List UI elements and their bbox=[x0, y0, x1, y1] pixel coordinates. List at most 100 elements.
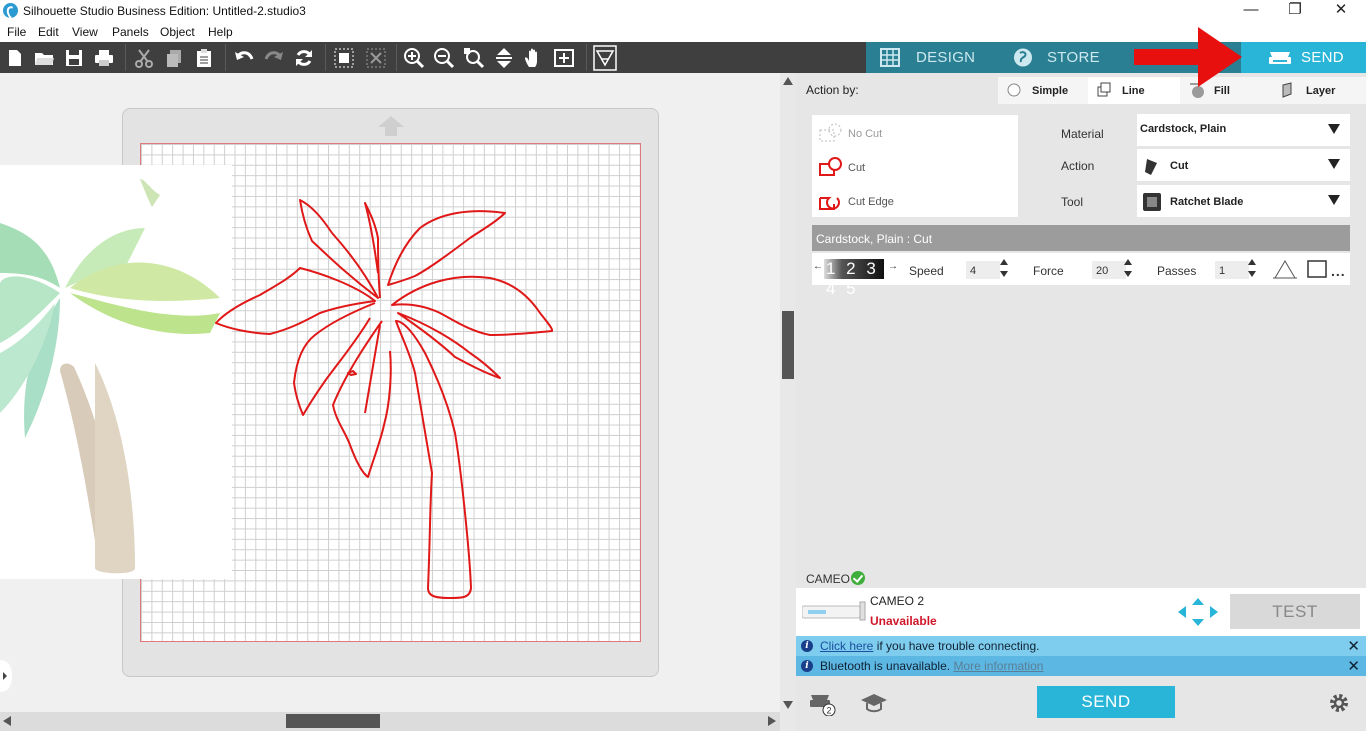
tool-value: Ratchet Blade bbox=[1170, 196, 1244, 208]
line-icon bbox=[1097, 82, 1111, 97]
blade-depth-strip[interactable]: 1 2 3 4 5 bbox=[824, 259, 884, 298]
palm-tree-image[interactable] bbox=[0, 165, 232, 579]
force-input[interactable]: 20 bbox=[1092, 261, 1126, 279]
zoom-selected-icon[interactable] bbox=[463, 47, 485, 69]
cut-options-box: No Cut Cut Cut Edge bbox=[812, 115, 1018, 217]
option-no-cut[interactable]: No Cut bbox=[818, 122, 1008, 144]
material-label: Material bbox=[1061, 127, 1104, 141]
horizontal-scroll-thumb[interactable] bbox=[286, 714, 380, 728]
queue-count-badge: 2 bbox=[826, 706, 831, 716]
tab-store[interactable]: STORE bbox=[999, 42, 1121, 73]
save-icon[interactable] bbox=[63, 47, 85, 69]
option-cut-edge[interactable]: Cut Edge bbox=[818, 190, 1008, 212]
menu-help[interactable]: Help bbox=[208, 25, 233, 39]
option-cut[interactable]: Cut bbox=[818, 156, 1008, 178]
tab-layer[interactable]: Layer bbox=[1272, 77, 1366, 104]
force-stepper[interactable] bbox=[1124, 258, 1132, 278]
test-button[interactable]: TEST bbox=[1230, 594, 1360, 629]
device-status: Unavailable bbox=[870, 614, 937, 628]
minimize-button[interactable]: — bbox=[1228, 0, 1274, 22]
more-information-link[interactable]: More information bbox=[953, 659, 1043, 673]
open-folder-icon[interactable] bbox=[33, 47, 55, 69]
bluetooth-bar: i Bluetooth is unavailable. More informa… bbox=[796, 656, 1366, 676]
palm-tree-cut-outline[interactable] bbox=[215, 199, 554, 599]
tutorial-grad-cap-icon[interactable] bbox=[859, 690, 889, 716]
click-here-link[interactable]: Click here bbox=[820, 639, 873, 653]
move-arrows-icon[interactable] bbox=[1178, 598, 1218, 626]
passes-stepper[interactable] bbox=[1248, 258, 1256, 278]
line-segment-icon[interactable] bbox=[1306, 259, 1328, 279]
material-value: Cardstock, Plain bbox=[1140, 123, 1227, 135]
send-queue-icon[interactable]: 2 bbox=[808, 690, 838, 716]
panel-expand-handle-icon[interactable] bbox=[0, 660, 12, 692]
horizontal-scrollbar[interactable] bbox=[0, 712, 780, 731]
scroll-up-arrow-icon[interactable] bbox=[783, 77, 793, 85]
vertical-scrollbar[interactable] bbox=[780, 73, 796, 731]
maximize-button[interactable]: ❐ bbox=[1272, 0, 1318, 22]
speed-stepper[interactable] bbox=[1000, 258, 1008, 278]
trace-icon[interactable] bbox=[593, 45, 617, 71]
ratchet-blade-icon bbox=[1143, 193, 1161, 211]
scroll-down-arrow-icon[interactable] bbox=[783, 701, 793, 709]
cut-edge-icon bbox=[819, 197, 840, 210]
design-canvas[interactable] bbox=[0, 73, 780, 712]
group-icon[interactable] bbox=[333, 47, 355, 69]
cutter-machine-icon bbox=[1269, 52, 1291, 64]
connected-check-icon bbox=[851, 571, 865, 585]
zoom-in-icon[interactable] bbox=[403, 47, 425, 69]
fit-to-page-icon[interactable] bbox=[493, 47, 515, 69]
menu-object[interactable]: Object bbox=[160, 25, 195, 39]
speed-label: Speed bbox=[909, 264, 944, 278]
tab-design[interactable]: DESIGN bbox=[866, 42, 999, 73]
tab-send[interactable]: SEND bbox=[1241, 42, 1366, 73]
dismiss-bluetooth-button[interactable]: ✕ bbox=[1347, 657, 1360, 675]
speed-input[interactable]: 4 bbox=[966, 261, 1000, 279]
tab-simple[interactable]: Simple bbox=[998, 77, 1088, 104]
silhouette-logo-icon bbox=[3, 3, 18, 18]
grid-icon bbox=[880, 48, 900, 67]
vertical-scroll-thumb[interactable] bbox=[782, 311, 794, 379]
blade-cut-icon bbox=[1145, 159, 1157, 175]
tab-send-label: SEND bbox=[1301, 49, 1344, 66]
cut-scissors-icon[interactable] bbox=[133, 47, 155, 69]
copy-icon[interactable] bbox=[163, 47, 185, 69]
gear-icon[interactable] bbox=[1328, 692, 1350, 714]
paste-icon[interactable] bbox=[193, 47, 215, 69]
option-cut-label: Cut bbox=[848, 162, 866, 174]
print-icon[interactable] bbox=[93, 47, 115, 69]
send-footer: 2 SEND bbox=[796, 676, 1366, 731]
scroll-left-arrow-icon[interactable] bbox=[3, 716, 11, 726]
pan-hand-icon[interactable] bbox=[523, 47, 545, 69]
menu-panels[interactable]: Panels bbox=[112, 25, 149, 39]
zoom-out-icon[interactable] bbox=[433, 47, 455, 69]
menu-edit[interactable]: Edit bbox=[38, 25, 59, 39]
more-options-button[interactable]: ... bbox=[1331, 263, 1346, 279]
ungroup-icon[interactable] bbox=[365, 47, 387, 69]
send-button[interactable]: SEND bbox=[1037, 686, 1175, 718]
refresh-icon[interactable] bbox=[293, 47, 315, 69]
menu-view[interactable]: View bbox=[72, 25, 98, 39]
redo-icon[interactable] bbox=[263, 47, 285, 69]
menu-file[interactable]: File bbox=[7, 25, 26, 39]
action-select[interactable]: Cut bbox=[1137, 149, 1350, 181]
option-no-cut-label: No Cut bbox=[848, 128, 883, 140]
tool-select[interactable]: Ratchet Blade bbox=[1137, 185, 1350, 217]
passes-label: Passes bbox=[1157, 264, 1197, 278]
undo-icon[interactable] bbox=[233, 47, 255, 69]
bluetooth-text: Bluetooth is unavailable. bbox=[820, 659, 954, 673]
close-button[interactable]: ✕ bbox=[1318, 0, 1364, 22]
send-panel: Action by: Simple Line Fill Layer No Cut… bbox=[796, 73, 1366, 731]
scroll-right-arrow-icon[interactable] bbox=[768, 716, 776, 726]
passes-input[interactable]: 1 bbox=[1215, 261, 1249, 279]
material-header: Cardstock, Plain : Cut bbox=[812, 225, 1350, 251]
overcut-icon[interactable] bbox=[1272, 258, 1298, 280]
blade-right-arrow-icon[interactable]: → bbox=[888, 261, 898, 272]
info-icon: i bbox=[801, 640, 813, 652]
device-row[interactable]: CAMEO 2 Unavailable TEST bbox=[796, 588, 1366, 636]
new-file-icon[interactable] bbox=[4, 47, 26, 69]
zoom-fit-icon[interactable] bbox=[553, 47, 575, 69]
blade-left-arrow-icon[interactable]: ← bbox=[813, 261, 823, 272]
material-select[interactable]: Cardstock, Plain bbox=[1137, 114, 1350, 146]
tool-label: Tool bbox=[1061, 195, 1084, 209]
dismiss-trouble-button[interactable]: ✕ bbox=[1347, 637, 1360, 655]
